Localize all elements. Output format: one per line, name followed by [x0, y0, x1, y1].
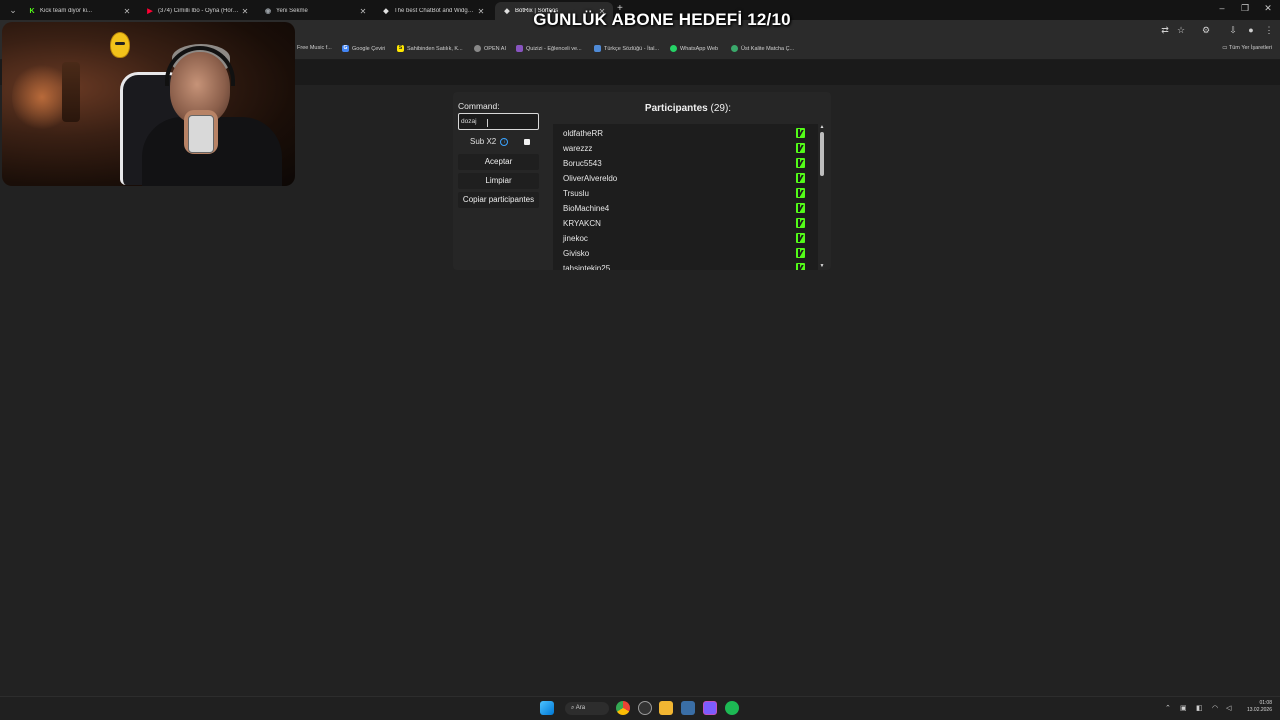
chrome-icon: ◉ — [264, 8, 272, 15]
list-item: Givisko — [563, 249, 590, 258]
kick-icon — [796, 128, 805, 138]
whatsapp-icon — [670, 45, 677, 52]
store-icon[interactable] — [681, 701, 695, 715]
kick-icon — [796, 188, 805, 198]
mascot-figurine — [110, 32, 130, 58]
sub-x2-checkbox[interactable] — [524, 139, 530, 145]
list-item: jinekoc — [563, 234, 588, 243]
bookmark-star-icon[interactable]: ☆ — [1174, 25, 1188, 36]
kick-icon — [796, 203, 805, 213]
info-icon[interactable]: i — [500, 137, 509, 146]
taskbar-search[interactable]: ⌕ Ara — [565, 702, 609, 715]
tray-chevron-icon[interactable]: ⌃ — [1165, 704, 1171, 712]
openai-icon — [474, 45, 481, 52]
list-item: tahsintekin25 — [563, 264, 611, 270]
google-translate-icon: G — [342, 45, 349, 52]
bookmark-item[interactable]: Türkçe Sözlüğü - İtal... — [594, 45, 659, 52]
sahibinden-icon: S — [397, 45, 404, 52]
command-input[interactable] — [458, 113, 539, 130]
tray-app-icon[interactable]: ▣ — [1180, 704, 1187, 712]
scroll-thumb[interactable] — [820, 132, 824, 176]
chrome-icon[interactable] — [616, 701, 630, 715]
bookmark-item[interactable]: G Google Çeviri — [342, 45, 385, 52]
spotify-icon[interactable] — [725, 701, 739, 715]
botrix-icon: ◆ — [383, 8, 389, 15]
lamp — [62, 62, 80, 122]
list-item: Trsuslu — [563, 189, 589, 198]
kick-icon — [796, 173, 805, 183]
phone — [188, 115, 214, 153]
more-menu-icon[interactable]: ⋮ — [1262, 25, 1276, 36]
tab-search-icon[interactable]: ⌄ — [6, 3, 20, 17]
close-icon[interactable]: ✕ — [122, 7, 132, 16]
list-item: oldfatheRR — [563, 129, 604, 138]
bookmark-item[interactable]: Free Music f... — [297, 45, 332, 51]
minimize-icon[interactable]: – — [1214, 3, 1230, 13]
kick-icon — [796, 263, 805, 270]
botrix-icon: ◆ — [504, 8, 510, 15]
kick-icon — [796, 143, 805, 153]
list-item: KRYAKCN — [563, 219, 601, 228]
close-icon[interactable]: ✕ — [240, 7, 250, 16]
list-item: Boruc5543 — [563, 159, 602, 168]
bookmark-item[interactable]: WhatsApp Web — [670, 45, 718, 52]
all-bookmarks-link[interactable]: ▭ Tüm Yer İşaretleri — [1222, 45, 1272, 51]
wifi-icon[interactable]: ◠ — [1212, 704, 1218, 712]
kick-icon — [796, 158, 805, 168]
matcha-icon — [731, 45, 738, 52]
tab-botrix-home[interactable]: ◆ The best ChatBot and Widgets... ✕ — [374, 2, 492, 20]
close-icon[interactable]: ✕ — [476, 7, 486, 16]
taskbar-clock[interactable]: 01:08 13.02.2026 — [1240, 700, 1272, 714]
downloads-icon[interactable]: ⇩ — [1226, 25, 1240, 36]
close-icon[interactable]: ✕ — [358, 7, 368, 16]
tab-new[interactable]: ◉ Yeni Sekme ✕ — [256, 2, 374, 20]
translate-icon[interactable]: ⇄ — [1158, 25, 1172, 36]
file-explorer-icon[interactable] — [659, 701, 673, 715]
close-window-icon[interactable]: ✕ — [1260, 3, 1276, 14]
command-label: Command: — [458, 101, 500, 111]
bookmark-item[interactable]: S Sahibinden Satılık, K... — [397, 45, 463, 52]
quizizz-icon — [516, 45, 523, 52]
volume-icon[interactable]: ◁ — [1226, 704, 1231, 712]
tab-kick[interactable]: K Kick team diyor ki... ✕ — [20, 2, 138, 20]
extensions-icon[interactable]: ⚙ — [1199, 25, 1213, 36]
participants-list[interactable]: oldfatheRR warezzz Boruc5543 OliverAlver… — [553, 124, 818, 270]
discord-icon[interactable] — [703, 701, 717, 715]
kick-icon — [796, 248, 805, 258]
webcam-overlay — [2, 22, 295, 186]
sub-goal-overlay: GÜNLÜK ABONE HEDEFİ 12/10 — [533, 10, 791, 29]
youtube-icon: ▶ — [147, 8, 153, 15]
restore-icon[interactable]: ❐ — [1237, 3, 1253, 14]
kick-icon: K — [29, 7, 35, 15]
profile-avatar-icon[interactable]: ● — [1244, 25, 1258, 35]
bookmark-item[interactable]: Quizizi - Eğlenceli ve... — [516, 45, 582, 52]
participants-heading: Participantes (29): — [644, 103, 732, 114]
scroll-down-icon[interactable]: ▼ — [819, 263, 825, 269]
sub-x2-option: Sub X2 i — [470, 137, 509, 146]
list-item: warezzz — [563, 144, 593, 153]
start-windows-icon[interactable] — [540, 701, 554, 715]
kick-icon — [796, 233, 805, 243]
bookmark-item[interactable]: Üst Kalite Matcha Ç... — [731, 45, 794, 52]
participants-scrollbar[interactable]: ▲ ▼ — [819, 124, 825, 270]
tray-app-icon[interactable]: ◧ — [1196, 704, 1203, 712]
text-cursor — [487, 119, 488, 127]
obs-icon[interactable] — [638, 701, 652, 715]
bookmark-item[interactable]: OPEN AI — [474, 45, 506, 52]
dictionary-icon — [594, 45, 601, 52]
tab-youtube[interactable]: ▶ (374) Cimilli İbo - Oyna (Horoz... ✕ — [138, 2, 256, 20]
list-item: OliverAlvereldo — [563, 174, 618, 183]
scroll-up-icon[interactable]: ▲ — [819, 124, 825, 130]
copy-participants-button[interactable]: Copiar participantes — [458, 192, 539, 208]
sub-x2-label: Sub X2 — [470, 137, 497, 146]
list-item: BioMachine4 — [563, 204, 610, 213]
accept-button[interactable]: Aceptar — [458, 154, 539, 170]
clear-button[interactable]: Limpiar — [458, 173, 539, 189]
kick-icon — [796, 218, 805, 228]
